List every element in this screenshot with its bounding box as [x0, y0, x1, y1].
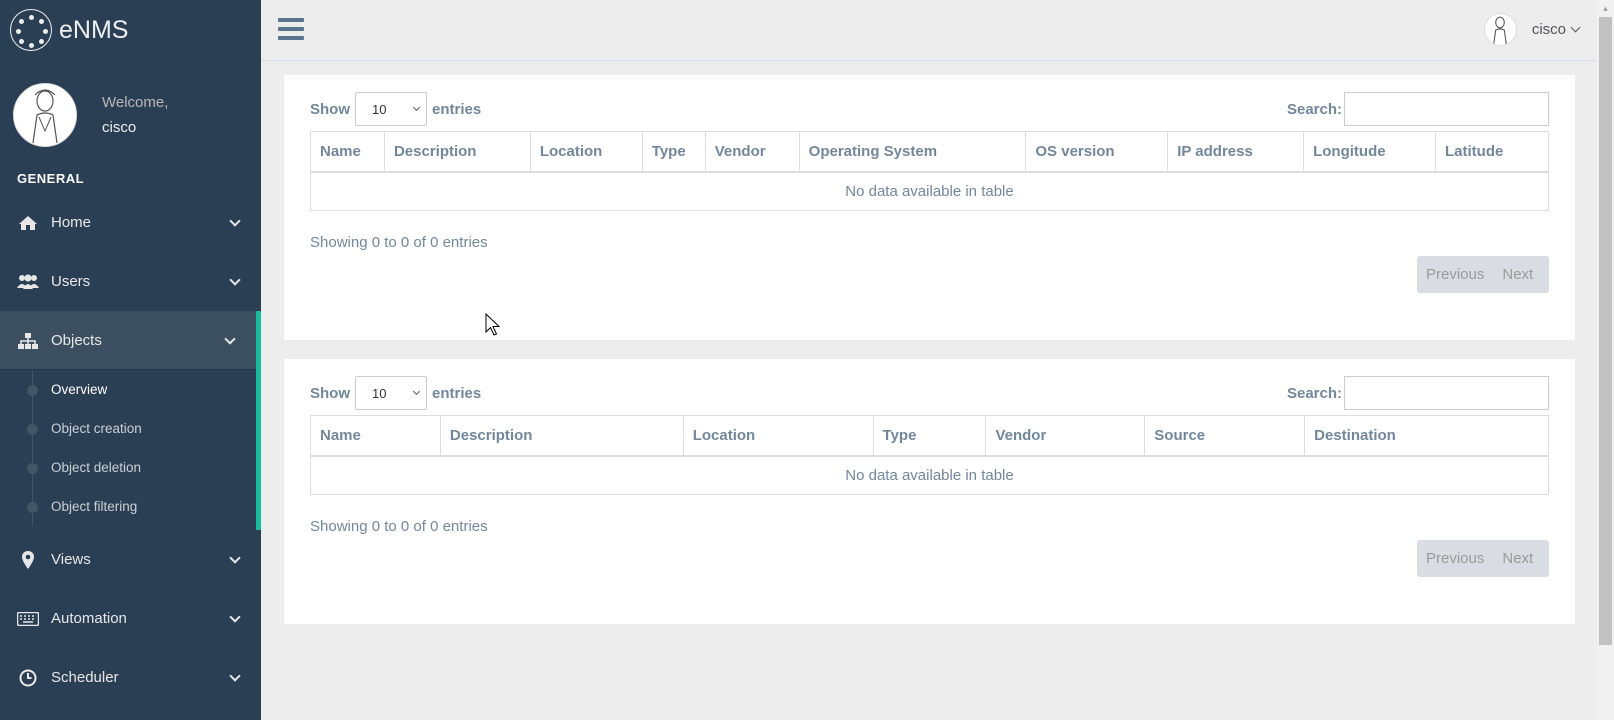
entries-label: entries [432, 384, 482, 402]
welcome-text: Welcome, [102, 94, 169, 111]
scroll-up-icon[interactable]: ▲ [1597, 0, 1614, 17]
links-table: Name Description Location Type Vendor So… [310, 415, 1549, 495]
menu-item-objects[interactable]: Objects [0, 311, 261, 370]
page-length-value: 10 [372, 385, 387, 401]
devices-table: Name Description Location Type Vendor Op… [310, 131, 1549, 211]
search-label: Search: [1286, 384, 1342, 402]
menu-item-automation[interactable]: Automation [0, 589, 261, 648]
next-button[interactable]: Next [1493, 266, 1542, 283]
empty-table-message: No data available in table [310, 171, 1549, 211]
pagination: Previous Next [1417, 540, 1549, 577]
submenu-item-object-filtering[interactable]: Object filtering [0, 487, 256, 526]
next-button[interactable]: Next [1493, 550, 1542, 567]
user-dropdown[interactable]: cisco [1483, 13, 1581, 46]
user-avatar [1483, 13, 1517, 46]
entries-label: entries [432, 100, 482, 118]
vertical-scrollbar[interactable]: ▲ [1597, 0, 1614, 720]
objects-submenu: Overview Object creation Object deletion… [0, 370, 261, 530]
submenu-item-overview[interactable]: Overview [0, 370, 256, 409]
avatar [13, 83, 77, 147]
search-input[interactable] [1344, 376, 1549, 410]
chevron-down-icon [229, 552, 241, 564]
chevron-down-icon [229, 611, 241, 623]
column-header[interactable]: Description [439, 415, 684, 457]
previous-button[interactable]: Previous [1417, 550, 1493, 567]
column-header[interactable]: Destination [1304, 415, 1549, 457]
links-controls: Show 10 entries Search: [310, 376, 1549, 410]
column-header[interactable]: Vendor [704, 131, 800, 173]
menu-label-automation: Automation [51, 610, 127, 627]
profile-username: cisco [102, 119, 137, 136]
column-header[interactable]: Type [872, 415, 987, 457]
sidebar: eNMS Welcome, cisco GENERAL Home Users O… [0, 0, 261, 720]
chevron-down-icon [229, 274, 241, 286]
table-row: No data available in table [310, 455, 1549, 495]
search-label: Search: [1286, 100, 1342, 118]
chevron-down-icon [412, 103, 421, 112]
column-header[interactable]: Location [529, 131, 643, 173]
links-panel: Show 10 entries Search: Name Description… [284, 359, 1575, 624]
menu-item-views[interactable]: Views [0, 530, 261, 589]
pagination: Previous Next [1417, 256, 1549, 293]
mouse-cursor-icon [485, 313, 501, 336]
chevron-down-icon [224, 333, 236, 345]
page-length-select[interactable]: 10 [355, 376, 427, 410]
column-header[interactable]: Latitude [1435, 131, 1549, 173]
menu-toggle-icon[interactable] [278, 18, 304, 40]
column-header[interactable]: OS version [1025, 131, 1169, 173]
top-navbar: cisco [261, 0, 1597, 61]
column-header[interactable]: Longitude [1303, 131, 1437, 173]
devices-controls: Show 10 entries Search: [310, 92, 1549, 126]
page-length-value: 10 [372, 101, 387, 117]
table-header-row: Name Description Location Type Vendor So… [310, 415, 1549, 457]
users-icon [17, 273, 39, 291]
column-header[interactable]: Type [641, 131, 706, 173]
enms-logo-icon [10, 9, 52, 51]
column-header[interactable]: Location [682, 415, 874, 457]
column-header[interactable]: Operating System [798, 131, 1027, 173]
menu-item-scheduler[interactable]: Scheduler [0, 648, 261, 707]
profile: Welcome, cisco [0, 60, 261, 170]
menu-item-home[interactable]: Home [0, 193, 261, 252]
menu-label-scheduler: Scheduler [51, 669, 119, 686]
home-icon [17, 214, 39, 232]
devices-panel: Show 10 entries Search: Name Description… [284, 75, 1575, 340]
column-header[interactable]: IP address [1167, 131, 1305, 173]
previous-button[interactable]: Previous [1417, 266, 1493, 283]
chevron-down-icon [1570, 22, 1581, 33]
menu-item-users[interactable]: Users [0, 252, 261, 311]
column-header[interactable]: Description [383, 131, 531, 173]
table-info: Showing 0 to 0 of 0 entries [310, 518, 488, 535]
brand[interactable]: eNMS [0, 0, 261, 60]
column-header[interactable]: Source [1144, 415, 1306, 457]
sitemap-icon [17, 332, 39, 350]
map-pin-icon [17, 550, 39, 569]
page-length-select[interactable]: 10 [355, 92, 427, 126]
column-header[interactable]: Name [310, 415, 441, 457]
chevron-down-icon [229, 670, 241, 682]
menu-label-home: Home [51, 214, 92, 231]
show-label: Show [310, 384, 350, 402]
chevron-down-icon [412, 387, 421, 396]
table-info: Showing 0 to 0 of 0 entries [310, 234, 488, 251]
chevron-down-icon [229, 215, 241, 227]
show-label: Show [310, 100, 350, 118]
scroll-thumb[interactable] [1599, 17, 1612, 645]
table-header-row: Name Description Location Type Vendor Op… [310, 131, 1549, 173]
menu-label-users: Users [51, 273, 91, 290]
search-input[interactable] [1344, 92, 1549, 126]
table-row: No data available in table [310, 171, 1549, 211]
submenu-item-object-creation[interactable]: Object creation [0, 409, 256, 448]
clock-icon [17, 669, 39, 687]
column-header[interactable]: Name [310, 131, 385, 173]
keyboard-icon [17, 610, 39, 628]
empty-table-message: No data available in table [310, 455, 1549, 495]
menu-label-objects: Objects [51, 332, 102, 349]
brand-name: eNMS [59, 15, 129, 44]
menu-label-views: Views [51, 551, 91, 568]
menu-section-title: GENERAL [17, 171, 85, 186]
submenu-item-object-deletion[interactable]: Object deletion [0, 448, 256, 487]
user-name: cisco [1531, 21, 1566, 38]
column-header[interactable]: Vendor [985, 415, 1146, 457]
